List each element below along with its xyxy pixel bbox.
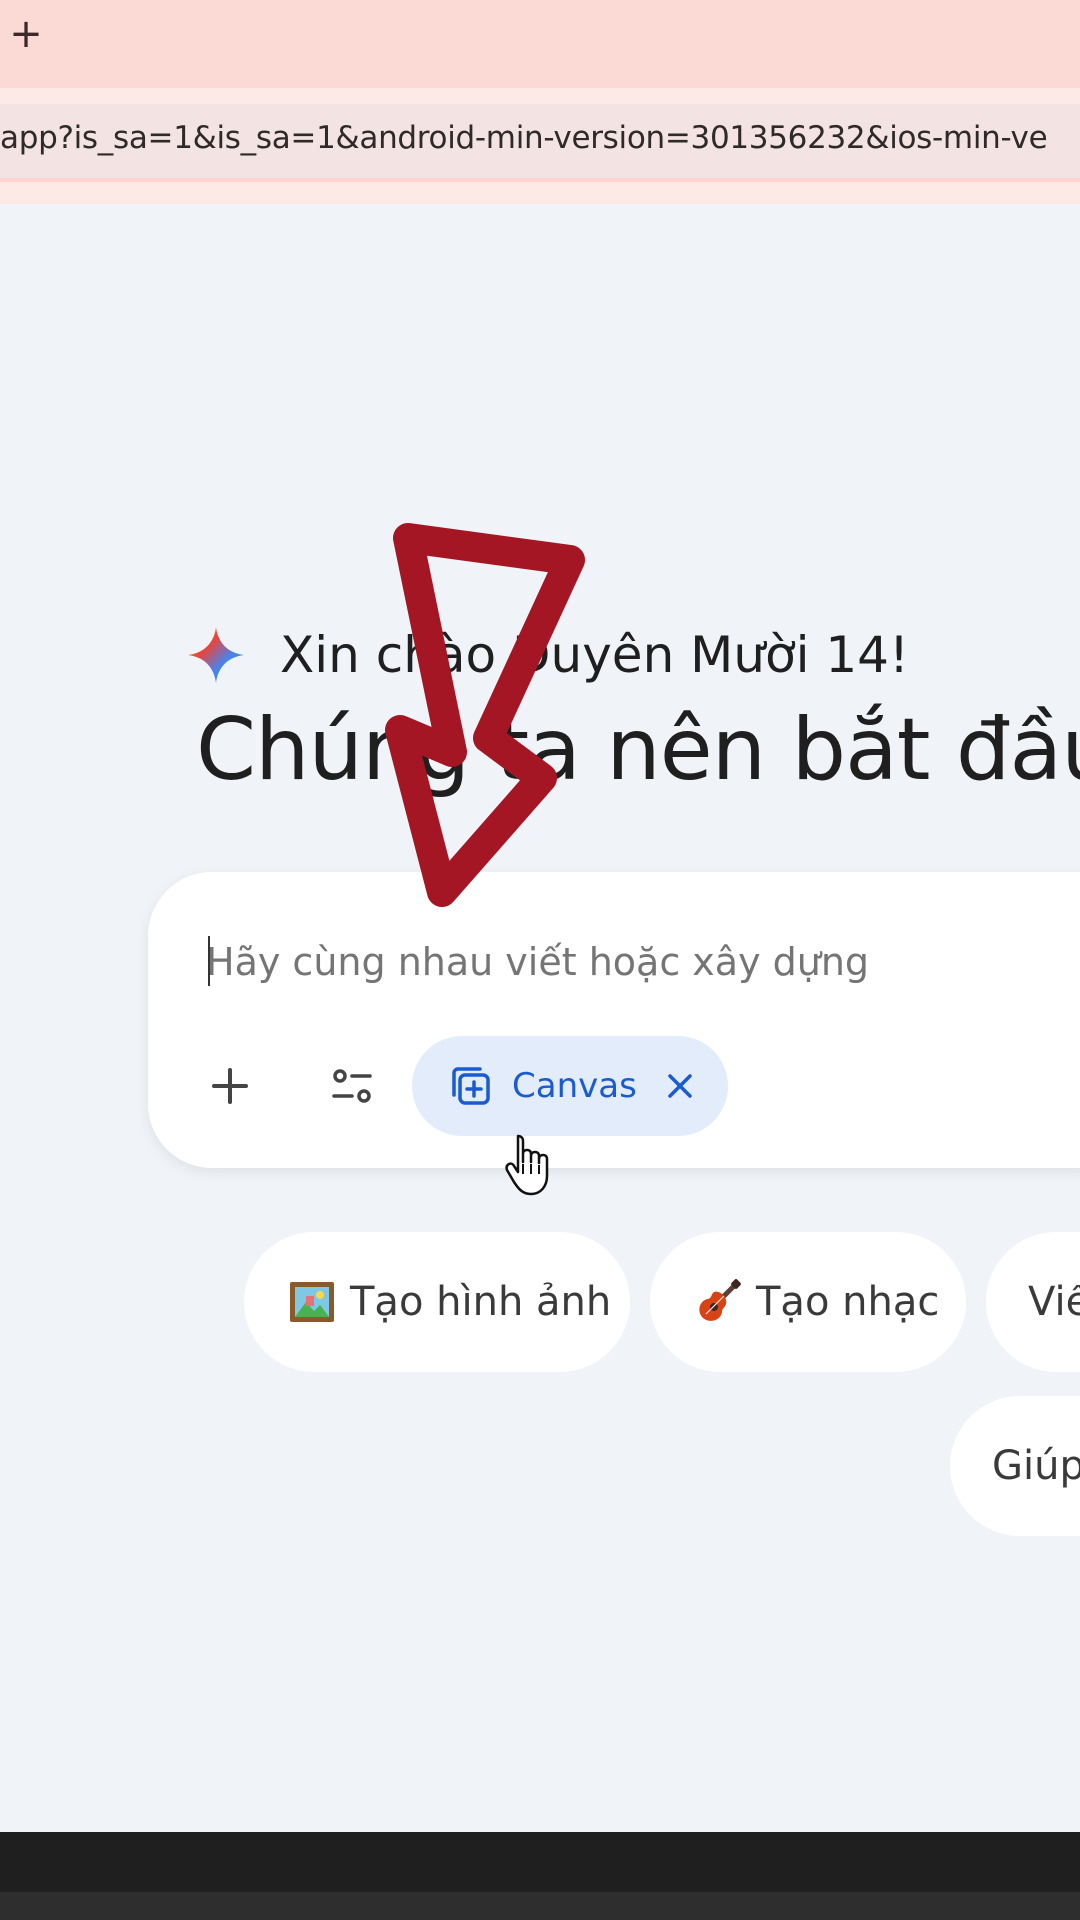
page: + app?is_sa=1&is_sa=1&android-min-versio… (0, 0, 1080, 1920)
new-tab-button[interactable]: + (6, 10, 46, 58)
bottom-taskbar (0, 1832, 1080, 1920)
suggestion-chip-create-image[interactable]: Tạo hình ảnh (244, 1232, 630, 1372)
canvas-chip[interactable]: Canvas (412, 1036, 728, 1136)
canvas-chip-label: Canvas (512, 1066, 637, 1106)
plus-icon (212, 1068, 248, 1104)
browser-toolbar: app?is_sa=1&is_sa=1&android-min-version=… (0, 88, 1080, 204)
suggestion-chip-write[interactable]: Viế (986, 1232, 1080, 1372)
page-title: Chúng ta nên bắt đầu (196, 700, 1080, 800)
tools-button[interactable] (310, 1044, 394, 1128)
tune-icon (332, 1069, 372, 1103)
gemini-spark-icon (188, 627, 244, 683)
suggestion-chip-label: Viế (1028, 1279, 1080, 1325)
suggestion-chip-label: Tạo hình ảnh (350, 1279, 612, 1325)
annotation-arrow-icon (385, 523, 585, 907)
framed-picture-icon (290, 1282, 334, 1322)
prompt-input[interactable] (206, 932, 1080, 992)
suggestion-chip-label: Giúp (992, 1443, 1080, 1489)
address-bar[interactable]: app?is_sa=1&is_sa=1&android-min-version=… (0, 104, 1080, 182)
hand-cursor-icon (505, 1134, 549, 1196)
suggestion-chip-create-music[interactable]: Tạo nhạc (650, 1232, 966, 1372)
guitar-icon (699, 1279, 741, 1321)
add-files-button[interactable] (188, 1044, 272, 1128)
prompt-card: Canvas (148, 872, 1080, 1168)
canvas-icon (452, 1067, 490, 1105)
taskbar-stripe (0, 1892, 1080, 1920)
suggestion-chip-label: Tạo nhạc (756, 1279, 940, 1325)
url-text: app?is_sa=1&is_sa=1&android-min-version=… (0, 120, 1048, 156)
text-caret (208, 936, 210, 986)
close-icon[interactable] (665, 1071, 695, 1101)
browser-tab-strip: + (0, 0, 1080, 88)
suggestion-chip-help[interactable]: Giúp (950, 1396, 1080, 1536)
